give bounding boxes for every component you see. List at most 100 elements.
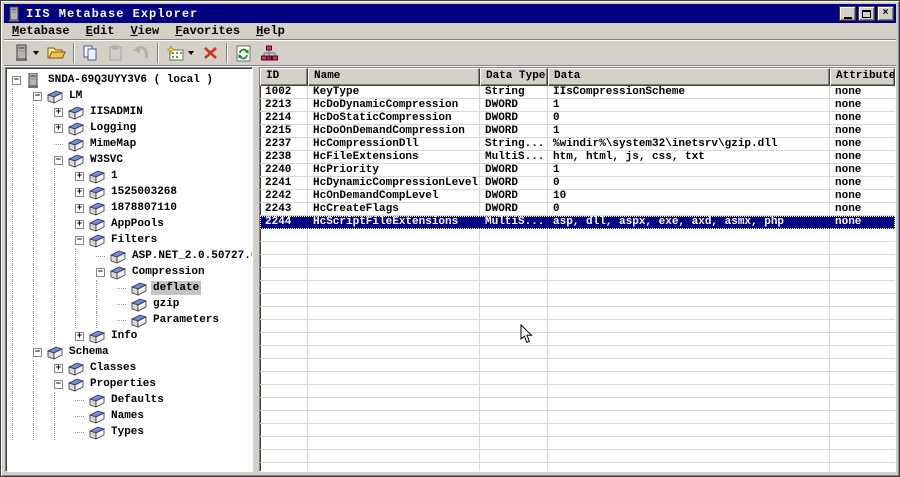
cell-data-type: String...	[485, 138, 545, 150]
close-button[interactable]: ×	[877, 6, 894, 21]
tree-item-w3svc[interactable]: − W3SVC	[8, 152, 252, 168]
cell-name: HcFileExtensions	[313, 151, 419, 163]
metabase-key-icon	[109, 265, 127, 280]
collapse-icon[interactable]: −	[75, 235, 84, 245]
expand-icon[interactable]: +	[75, 171, 84, 181]
expand-icon[interactable]: +	[54, 363, 63, 373]
property-row-2240[interactable]: 2240 HcPriority DWORD 1 none	[260, 164, 895, 177]
cell-id: 2241	[265, 177, 292, 189]
tree-item-1[interactable]: +1	[8, 168, 252, 184]
tree-item-iisadmin[interactable]: + IISADMIN	[8, 104, 252, 120]
open-button[interactable]	[44, 42, 69, 64]
property-row-2237[interactable]: 2237 HcCompressionDll String... %windir%\sy…	[260, 138, 895, 151]
column-header-data[interactable]: Data	[548, 68, 830, 86]
view-hierarchy-button[interactable]	[257, 42, 282, 64]
expand-icon[interactable]: +	[75, 187, 84, 197]
tree-item-filters[interactable]: − Filters	[8, 232, 252, 248]
maximize-button[interactable]	[858, 6, 875, 21]
tree-item-info[interactable]: + Info	[8, 328, 252, 344]
tree-item-defaults[interactable]: Defaults	[8, 392, 252, 408]
cell-data: htm, html, js, css, txt	[553, 151, 705, 163]
menu-metabase[interactable]: Metabase	[4, 23, 78, 39]
property-row-2243[interactable]: 2243 HcCreateFlags DWORD 0 none	[260, 203, 895, 216]
tree-item-names[interactable]: Names	[8, 408, 252, 424]
minimize-button[interactable]	[839, 6, 856, 21]
metabase-key-icon	[46, 345, 64, 360]
column-header-id[interactable]: ID	[260, 68, 308, 86]
column-header-attributes[interactable]: Attributes	[830, 68, 895, 86]
collapse-icon[interactable]: −	[33, 91, 42, 101]
menu-help[interactable]: Help	[248, 23, 293, 39]
tree-item-label: Classes	[90, 362, 137, 374]
tree-item-asp-net-2-0-50727-0[interactable]: ASP.NET_2.0.50727.0	[8, 248, 252, 264]
expand-icon[interactable]: +	[75, 331, 84, 341]
tree-item-lm[interactable]: − LM	[8, 88, 252, 104]
tree-item-gzip[interactable]: gzip	[8, 296, 252, 312]
collapse-icon[interactable]: −	[54, 155, 63, 165]
tree-connector-line	[54, 200, 75, 216]
toolbar	[4, 41, 896, 66]
tree-item-schema[interactable]: − Schema	[8, 344, 252, 360]
tree-item-properties[interactable]: − Properties	[8, 376, 252, 392]
cell-attributes: none	[835, 216, 862, 228]
cell-data-type: DWORD	[485, 112, 519, 124]
property-row-2242[interactable]: 2242 HcOnDemandCompLevel DWORD 10 none	[260, 190, 895, 203]
dropdown-arrow-icon[interactable]	[33, 51, 39, 55]
tree-connector-line	[54, 280, 75, 296]
new-record-button[interactable]	[163, 42, 197, 64]
tree-connector-line	[117, 319, 126, 321]
menu-bar: Metabase Edit View Favorites Help	[4, 23, 896, 40]
menu-favorites[interactable]: Favorites	[167, 23, 248, 39]
delete-button[interactable]	[199, 42, 222, 64]
collapse-icon[interactable]: −	[96, 267, 105, 277]
main-area: − SNDA-69Q3UYY3V6 ( local ) − LM + IISADMIN + L…	[5, 67, 896, 472]
tree-item-1525003268[interactable]: +1525003268	[8, 184, 252, 200]
tree-item-types[interactable]: Types	[8, 424, 252, 440]
tree-connector-line	[54, 328, 75, 344]
tree-item-snda-69q3uyy3v6-local-[interactable]: − SNDA-69Q3UYY3V6 ( local )	[8, 72, 252, 88]
tree-connector-line	[33, 152, 54, 168]
column-header-data-type[interactable]: Data Type	[480, 68, 548, 86]
menu-view[interactable]: View	[122, 23, 167, 39]
property-row-2241[interactable]: 2241 HcDynamicCompressionLevel DWORD 0 none	[260, 177, 895, 190]
property-row-2238[interactable]: 2238 HcFileExtensions MultiS... htm, html, …	[260, 151, 895, 164]
property-row-2244[interactable]: 2244 HcScriptFileExtensions MultiS... asp, …	[260, 216, 895, 229]
cell-data-type: DWORD	[485, 177, 519, 189]
metabase-key-icon	[88, 217, 106, 232]
collapse-icon[interactable]: −	[12, 75, 21, 85]
cell-attributes: none	[835, 86, 862, 98]
tree-item-parameters[interactable]: Parameters	[8, 312, 252, 328]
tree-item-mimemap[interactable]: MimeMap	[8, 136, 252, 152]
tree-item-label: LM	[69, 90, 83, 102]
property-row-1002[interactable]: 1002 KeyType String IIsCompressionScheme non…	[260, 86, 895, 99]
tree-item-deflate[interactable]: deflate	[8, 280, 252, 296]
refresh-button[interactable]	[232, 42, 255, 64]
property-row-2213[interactable]: 2213 HcDoDynamicCompression DWORD 1 none	[260, 99, 895, 112]
tree-item-classes[interactable]: + Classes	[8, 360, 252, 376]
tree-item-label: Parameters	[153, 314, 220, 326]
tree-connector-line	[96, 280, 117, 296]
tree-item-logging[interactable]: + Logging	[8, 120, 252, 136]
tree-item-label: SNDA-69Q3UYY3V6 ( local )	[48, 74, 214, 86]
collapse-icon[interactable]: −	[33, 347, 42, 357]
tree-item-apppools[interactable]: + AppPools	[8, 216, 252, 232]
menu-edit[interactable]: Edit	[78, 23, 123, 39]
expand-icon[interactable]: +	[75, 203, 84, 213]
expand-icon[interactable]: +	[54, 107, 63, 117]
tree-item-1878807110[interactable]: +1878807110	[8, 200, 252, 216]
metabase-key-icon	[130, 297, 148, 312]
copy-button[interactable]	[79, 42, 102, 64]
tree-item-compression[interactable]: − Compression	[8, 264, 252, 280]
connect-computer-button[interactable]	[9, 42, 42, 64]
dropdown-arrow-icon[interactable]	[188, 51, 194, 55]
expand-icon[interactable]: +	[54, 123, 63, 133]
metabase-key-icon	[130, 313, 148, 328]
property-row-2215[interactable]: 2215 HcDoOnDemandCompression DWORD 1 none	[260, 125, 895, 138]
column-header-name[interactable]: Name	[308, 68, 480, 86]
tree-connector-line	[33, 136, 54, 152]
tree-connector-line	[12, 248, 33, 264]
collapse-icon[interactable]: −	[54, 379, 63, 389]
expand-icon[interactable]: +	[75, 219, 84, 229]
property-row-2214[interactable]: 2214 HcDoStaticCompression DWORD 0 none	[260, 112, 895, 125]
cell-data-type: DWORD	[485, 203, 519, 215]
